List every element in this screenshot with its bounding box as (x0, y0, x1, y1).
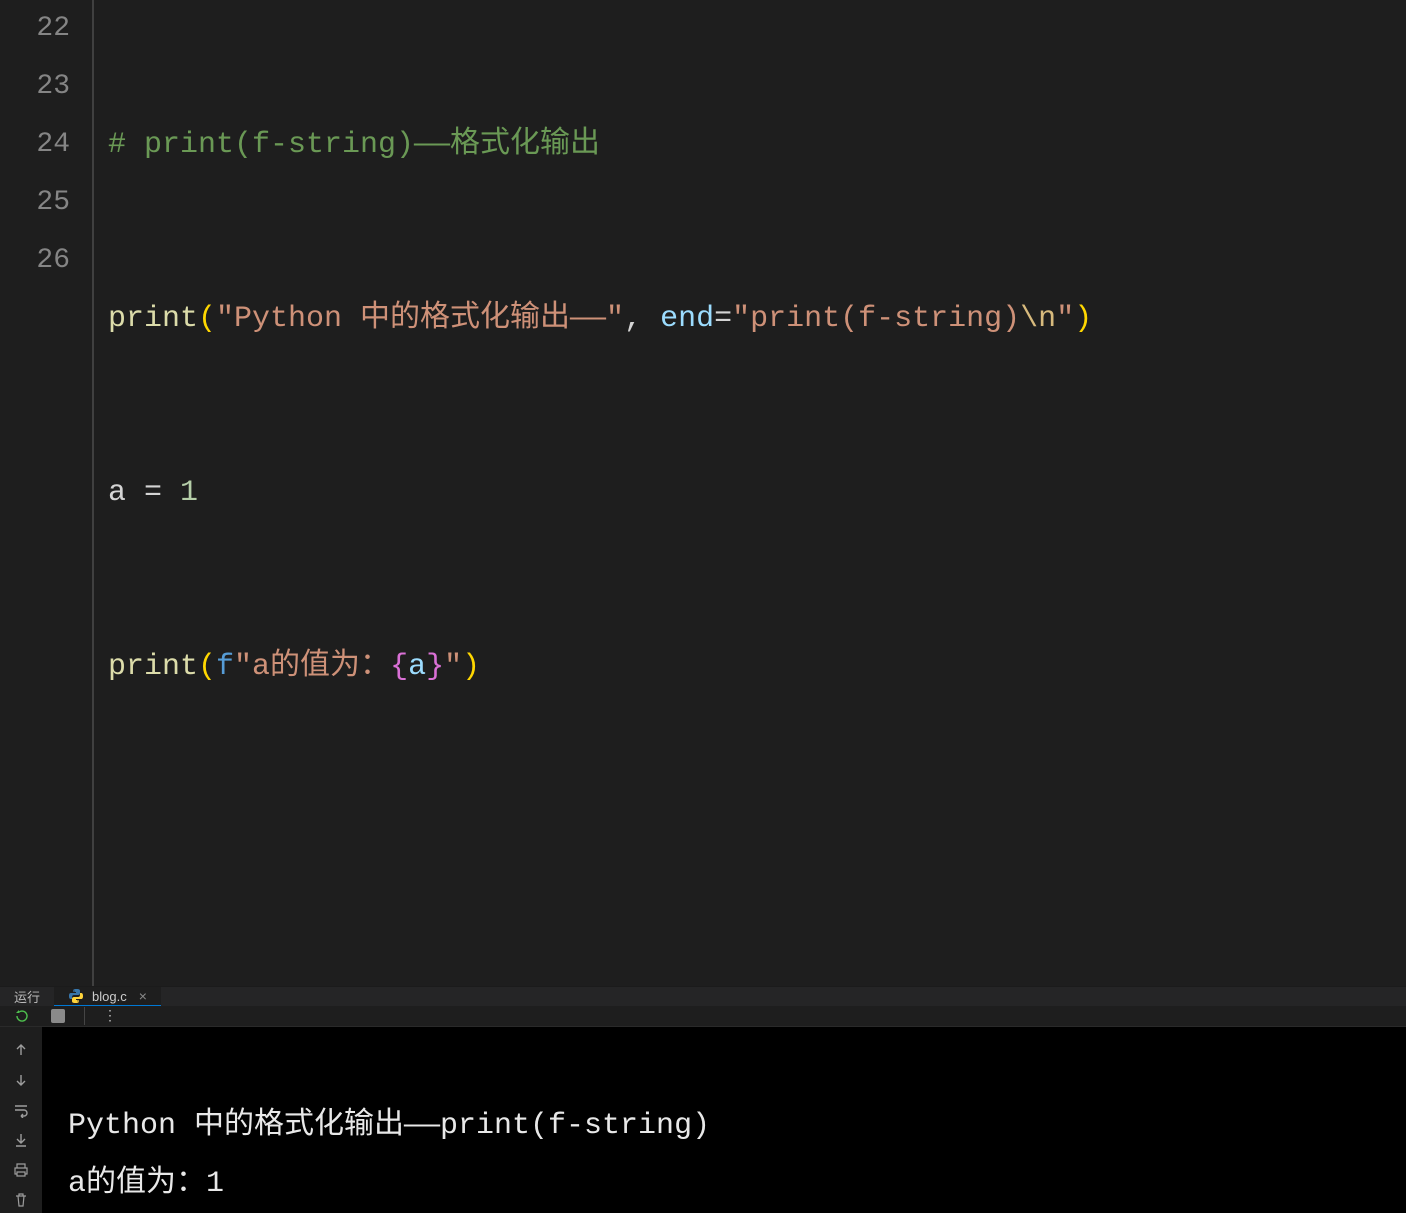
toolbar-divider (84, 1007, 85, 1025)
line-number-gutter: 22 23 24 25 26 (0, 0, 92, 986)
panel-tabstrip: 运行 blog.c × (0, 986, 1406, 1006)
escape-token: \n (1020, 302, 1056, 336)
punct-token: , (624, 302, 660, 336)
string-token: " (444, 650, 462, 684)
line-number: 23 (0, 58, 70, 116)
function-token: print (108, 650, 198, 684)
scroll-to-end-icon[interactable] (12, 1131, 30, 1149)
tab-label: blog.c (92, 989, 127, 1004)
tab-run[interactable]: 运行 (0, 987, 54, 1006)
brace-token: { (390, 650, 408, 684)
tab-label: 运行 (14, 987, 40, 1006)
stop-icon[interactable] (48, 1006, 68, 1026)
more-actions-icon[interactable]: ⋮ (101, 1006, 121, 1026)
string-token: "Python 中的格式化输出——" (216, 302, 624, 336)
code-line[interactable]: print("Python 中的格式化输出——", end="print(f-s… (108, 290, 1406, 348)
print-icon[interactable] (12, 1161, 30, 1179)
code-line[interactable]: # print(f-string)——格式化输出 (108, 116, 1406, 174)
paren-token: ( (198, 650, 216, 684)
close-icon[interactable]: × (139, 989, 147, 1003)
fstring-var-token: a (408, 650, 426, 684)
panel-toolbar: ⋮ (0, 1006, 1406, 1027)
output-panel: Python 中的格式化输出——print(f-string)a的值为：1 (0, 1027, 1406, 1213)
paren-token: ) (1074, 302, 1092, 336)
arrow-up-icon[interactable] (12, 1041, 30, 1059)
line-number: 22 (0, 0, 70, 58)
rerun-icon[interactable] (12, 1006, 32, 1026)
code-line[interactable]: a = 1 (108, 464, 1406, 522)
string-token: "print(f-string) (732, 302, 1020, 336)
soft-wrap-icon[interactable] (12, 1101, 30, 1119)
fstring-prefix-token: f (216, 650, 234, 684)
variable-token: a (108, 476, 126, 510)
string-token: "a的值为： (234, 650, 390, 684)
number-token: 1 (180, 476, 198, 510)
code-area[interactable]: # print(f-string)——格式化输出 print("Python 中… (94, 0, 1406, 986)
trash-icon[interactable] (12, 1191, 30, 1209)
paren-token: ( (198, 302, 216, 336)
paren-token: ) (462, 650, 480, 684)
code-line[interactable] (108, 812, 1406, 870)
line-number: 26 (0, 232, 70, 290)
tab-file-blog-c[interactable]: blog.c × (54, 987, 161, 1006)
output-line: a的值为：1 (68, 1155, 1406, 1213)
output-side-toolbar (0, 1027, 42, 1213)
line-number: 25 (0, 174, 70, 232)
code-editor[interactable]: 22 23 24 25 26 # print(f-string)——格式化输出 … (0, 0, 1406, 986)
keyword-arg-token: end (660, 302, 714, 336)
string-token: " (1056, 302, 1074, 336)
function-token: print (108, 302, 198, 336)
arrow-down-icon[interactable] (12, 1071, 30, 1089)
code-line[interactable]: print(f"a的值为：{a}") (108, 638, 1406, 696)
python-file-icon (68, 988, 84, 1004)
punct-token: = (714, 302, 732, 336)
comment-token: # print(f-string)——格式化输出 (108, 128, 600, 162)
line-number: 24 (0, 116, 70, 174)
punct-token: = (126, 476, 180, 510)
brace-token: } (426, 650, 444, 684)
output-text[interactable]: Python 中的格式化输出——print(f-string)a的值为：1 (42, 1027, 1406, 1213)
output-line: Python 中的格式化输出——print(f-string) (68, 1097, 1406, 1155)
